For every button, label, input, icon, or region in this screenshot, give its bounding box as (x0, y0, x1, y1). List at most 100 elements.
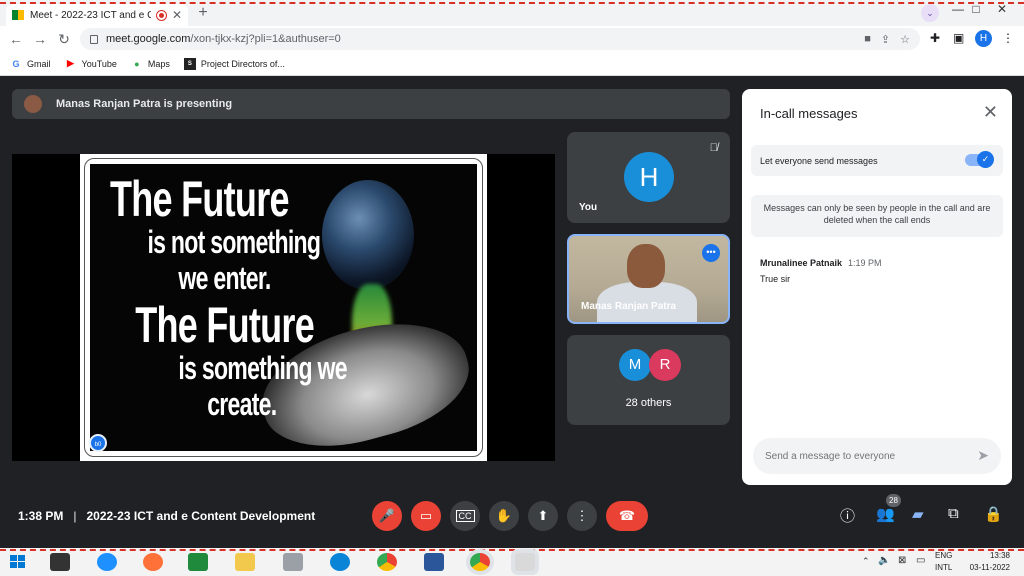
tab-close-icon[interactable]: ✕ (172, 8, 182, 22)
app-icon-paint[interactable] (515, 553, 535, 571)
slide-line-6: create. (207, 386, 277, 422)
presenter-face (627, 244, 665, 288)
camera-toggle-button[interactable]: ▭ (411, 501, 441, 531)
share-icon[interactable]: ⇪ (881, 33, 890, 46)
meet-favicon-icon (12, 10, 24, 20)
present-screen-icon: ⬆ (537, 508, 549, 523)
send-icon[interactable]: ➤ (977, 447, 989, 464)
send-messages-toggle[interactable]: ✓ (965, 151, 994, 168)
chrome-active-icon[interactable] (470, 553, 490, 571)
word-icon[interactable] (424, 553, 444, 571)
slide-line-5: is something we (178, 350, 347, 386)
participant-tile-presenter[interactable]: ••• Manas Ranjan Patra (567, 234, 730, 324)
bookmark-star-icon[interactable]: ☆ (900, 33, 910, 46)
slide-line-2: is not something (147, 224, 321, 260)
camera-off-icon: ▭ (419, 508, 433, 523)
reload-icon[interactable]: ↻ (54, 29, 74, 49)
mic-toggle-button[interactable]: 🎤 (372, 501, 402, 531)
presented-slide: The Future is not something we enter. Th… (80, 154, 487, 461)
tab-search-chevron-icon[interactable]: ⌄ (921, 4, 939, 22)
leave-call-button[interactable]: ☎ (606, 501, 648, 531)
tab-title: Meet - 2022-23 ICT and e Co (30, 9, 151, 21)
bookmark-youtube[interactable]: ▶ YouTube (65, 58, 117, 70)
checkmark-icon: ✓ (977, 151, 994, 168)
mic-off-icon: 🎤 (378, 508, 396, 523)
captions-icon: CC (455, 510, 475, 522)
camera-in-use-icon[interactable]: ■ (864, 33, 871, 45)
volume-icon[interactable]: 🔈 (878, 555, 890, 566)
excel-icon[interactable] (188, 553, 208, 571)
meeting-details-icon[interactable]: ⓘ (840, 505, 855, 526)
bookmark-maps[interactable]: ● Maps (131, 58, 170, 70)
presentation-stage[interactable]: The Future is not something we enter. Th… (12, 154, 555, 461)
browser-toolbar: ← → ↻ meet.google.com/xon-tjkx-kzj?pli=1… (0, 26, 1024, 52)
slide-line-3: we enter. (178, 260, 271, 296)
clock-time: 13:38 (989, 551, 1010, 560)
bookmark-project-directors[interactable]: S Project Directors of... (183, 57, 285, 70)
tray-expand-icon[interactable]: ⌃ (862, 556, 870, 567)
chat-notice: Messages can only be seen by people in t… (751, 195, 1003, 237)
profile-avatar[interactable]: H (975, 30, 992, 47)
present-button[interactable]: ⬆ (528, 501, 558, 531)
url-host: meet.google.com (106, 33, 191, 45)
end-call-icon: ☎ (618, 508, 636, 523)
network-icon[interactable]: ⊠ (898, 555, 906, 566)
forward-arrow-icon[interactable]: → (30, 29, 50, 49)
meeting-info: 1:38 PM | 2022-23 ICT and e Content Deve… (18, 509, 315, 523)
participants-count-badge: 28 (886, 494, 901, 507)
in-call-messages-panel: In-call messages ✕ Let everyone send mes… (742, 89, 1012, 485)
back-arrow-icon[interactable]: ← (6, 29, 26, 49)
extensions-icon[interactable]: ✚ (930, 31, 940, 45)
clock[interactable]: 13:38 03-11-2022 (970, 550, 1010, 574)
address-bar[interactable]: meet.google.com/xon-tjkx-kzj?pli=1&authu… (80, 28, 920, 50)
lock-icon (90, 34, 98, 44)
battery-icon[interactable]: ▭ (916, 555, 925, 566)
side-panel-icon[interactable]: ▣ (953, 31, 964, 45)
clock-date: 03-11-2022 (969, 563, 1010, 572)
message-input[interactable] (765, 450, 965, 462)
message-text: True sir (760, 274, 791, 284)
maps-icon: ● (134, 58, 140, 69)
host-controls-icon[interactable]: 🔒 (984, 505, 1003, 523)
meeting-title: 2022-23 ICT and e Content Development (86, 509, 316, 523)
slide-line-4: The Future (135, 297, 315, 353)
chat-icon[interactable]: ▰ (912, 505, 924, 523)
recording-border-bottom (0, 549, 1024, 551)
people-icon[interactable]: 👥 (876, 505, 895, 523)
presenter-avatar (24, 95, 42, 113)
activities-icon[interactable]: ⧉ (948, 505, 959, 522)
participant-tile-others[interactable]: M R 28 others (567, 335, 730, 425)
participant-tile-you[interactable]: H 🎙̸ You (567, 132, 730, 223)
meet-window: Manas Ranjan Patra is presenting The Fut… (0, 77, 1024, 548)
close-panel-icon[interactable]: ✕ (983, 102, 998, 123)
bookmark-gmail[interactable]: G Gmail (10, 58, 50, 70)
google-icon: G (12, 58, 20, 69)
file-explorer-icon[interactable] (235, 553, 255, 571)
windows-taskbar: ⌃ 🔈 ⊠ ▭ ENG INTL 13:38 03-11-2022 (0, 548, 1024, 576)
close-window-button[interactable]: ✕ (990, 0, 1014, 18)
app-icon-1[interactable] (50, 553, 70, 571)
browser-tab-meet[interactable]: Meet - 2022-23 ICT and e Co ✕ (6, 4, 188, 26)
more-options-button[interactable]: ⋮ (567, 501, 597, 531)
firefox-icon[interactable] (143, 553, 163, 571)
message-composer: ➤ (753, 438, 1001, 474)
message-sender: Mrunalinee Patnaik 1:19 PM (760, 258, 882, 268)
presenting-banner: Manas Ranjan Patra is presenting (12, 89, 730, 119)
new-tab-button[interactable]: + (193, 4, 213, 22)
slide-quote: The Future is not something we enter. Th… (110, 174, 348, 422)
raise-hand-button[interactable]: ✋ (489, 501, 519, 531)
sdm-icon: S (183, 57, 196, 70)
maximize-button[interactable]: □ (964, 0, 988, 18)
slide-badge: b0 (89, 434, 107, 452)
hand-icon: ✋ (495, 508, 513, 523)
windows-start-icon[interactable] (8, 553, 28, 571)
toggle-label: Let everyone send messages (760, 155, 878, 166)
chrome-icon[interactable] (377, 553, 397, 571)
app-icon-printer[interactable] (283, 553, 303, 571)
you-label: You (579, 202, 598, 213)
ie-icon[interactable] (97, 553, 117, 571)
menu-kebab-icon[interactable]: ⋮ (1002, 31, 1014, 45)
edge-icon[interactable] (330, 553, 350, 571)
captions-button[interactable]: CC (450, 501, 480, 531)
language-indicator[interactable]: ENG INTL (935, 550, 952, 574)
